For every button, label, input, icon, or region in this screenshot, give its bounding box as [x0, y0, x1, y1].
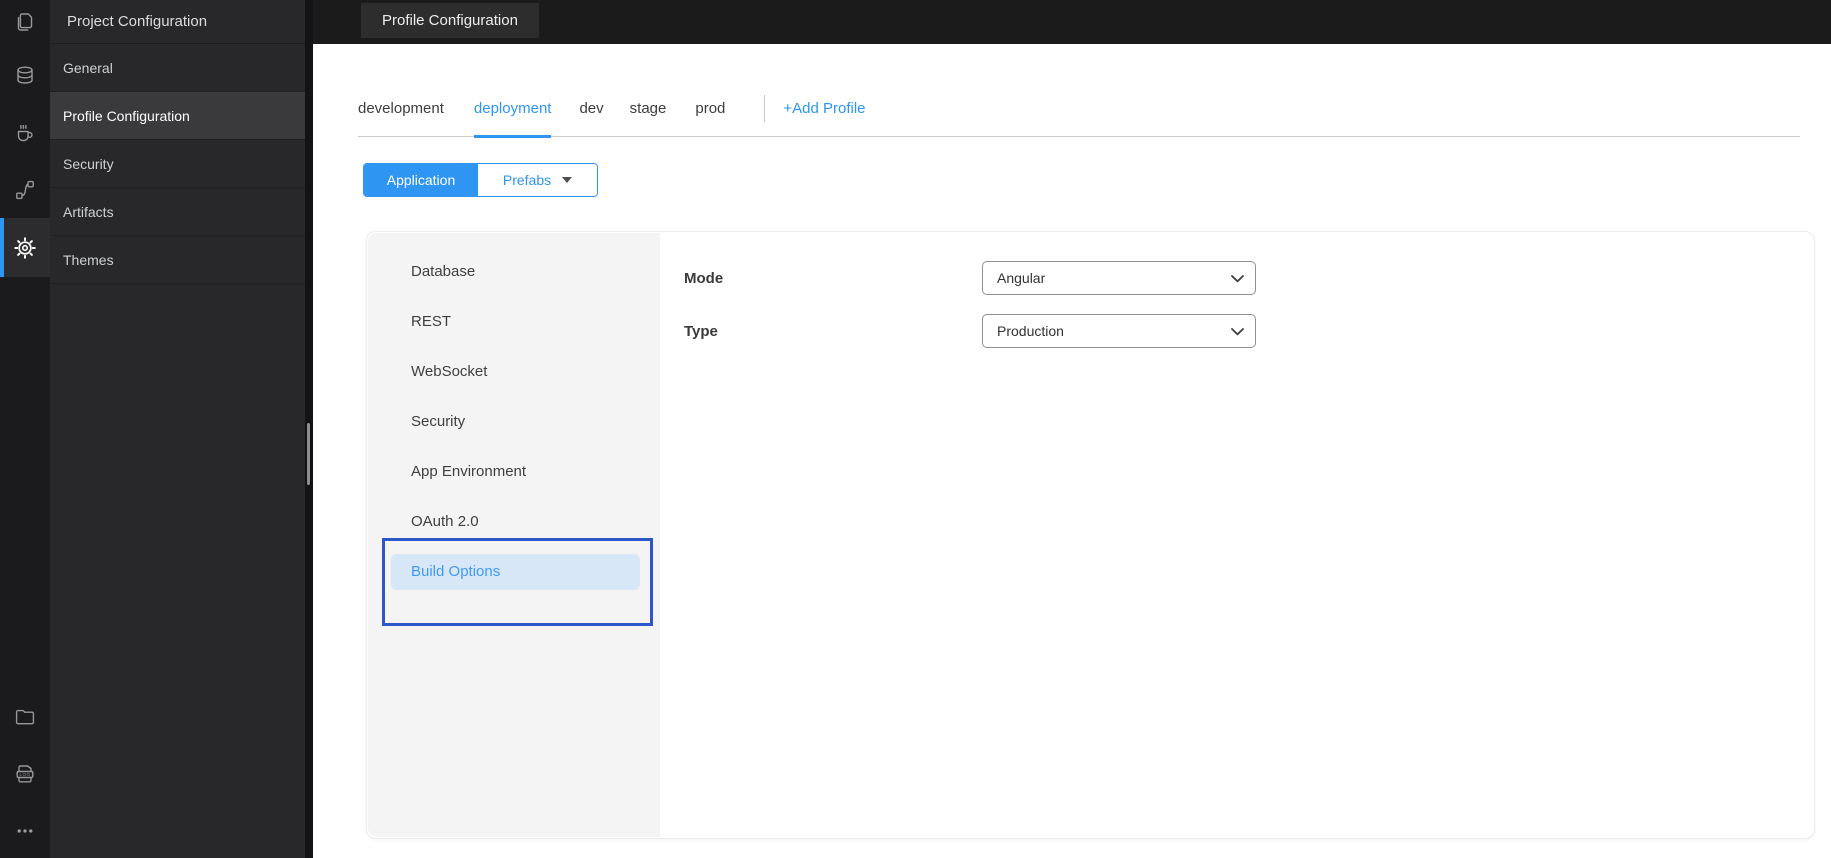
project-configuration-sidebar: Project Configuration General Profile Co… — [50, 0, 305, 858]
process-flow-icon[interactable] — [0, 168, 50, 212]
application-button[interactable]: Application — [364, 164, 478, 196]
top-header-bar: Profile Configuration — [313, 0, 1831, 44]
type-select-value: Production — [997, 323, 1064, 339]
config-sections-panel: Database REST WebSocket Security App Env… — [368, 233, 660, 837]
mode-select[interactable]: Angular — [982, 261, 1256, 295]
profile-tabs: development deployment dev stage prod +A… — [358, 90, 1800, 138]
scope-switch: Application Prefabs — [363, 163, 598, 197]
type-select[interactable]: Production — [982, 314, 1256, 348]
icon-rail: LOG — [0, 0, 50, 858]
prefabs-caret-icon — [562, 177, 573, 183]
header-tab-profile-configuration[interactable]: Profile Configuration — [361, 3, 539, 38]
type-label: Type — [684, 323, 718, 340]
mode-label: Mode — [684, 270, 724, 287]
sidebar-item-artifacts[interactable]: Artifacts — [50, 188, 305, 236]
sidebar-item-general[interactable]: General — [50, 44, 305, 92]
sidebar-item-security[interactable]: Security — [50, 140, 305, 188]
section-item-app-environment[interactable]: App Environment — [368, 447, 660, 497]
tabs-divider — [764, 95, 766, 122]
section-item-build-options[interactable]: Build Options — [368, 554, 660, 604]
tab-deployment[interactable]: deployment — [473, 90, 551, 138]
section-item-rest[interactable]: REST — [368, 297, 660, 347]
tab-stage[interactable]: stage — [630, 90, 667, 136]
prefabs-button[interactable]: Prefabs — [478, 164, 597, 196]
file-explorer-icon[interactable] — [0, 695, 50, 739]
section-item-oauth[interactable]: OAuth 2.0 — [368, 497, 660, 547]
settings-icon-active[interactable] — [0, 218, 50, 277]
tab-prod[interactable]: prod — [695, 90, 725, 136]
sidebar-item-themes[interactable]: Themes — [50, 236, 305, 284]
chevron-down-icon — [1231, 328, 1244, 336]
add-profile-button[interactable]: +Add Profile — [783, 90, 865, 117]
more-icon[interactable] — [0, 809, 50, 853]
sidebar-scrollbar-track[interactable] — [305, 0, 313, 858]
database-icon[interactable] — [0, 54, 50, 98]
logs-icon[interactable]: LOG — [0, 752, 50, 796]
prefabs-button-label: Prefabs — [502, 172, 552, 188]
java-services-icon[interactable] — [0, 111, 50, 155]
section-item-database[interactable]: Database — [368, 247, 660, 297]
sidebar-item-profile-configuration[interactable]: Profile Configuration — [50, 92, 305, 140]
logs-icon-label: LOG — [20, 772, 31, 777]
section-item-websocket[interactable]: WebSocket — [368, 347, 660, 397]
sidebar-scrollbar-thumb[interactable] — [307, 423, 310, 485]
section-item-build-options-label: Build Options — [391, 554, 640, 590]
section-item-security[interactable]: Security — [368, 397, 660, 447]
chevron-down-icon — [1231, 275, 1244, 283]
tab-development[interactable]: development — [358, 90, 444, 136]
main-content: Profile Configuration development deploy… — [313, 0, 1831, 858]
mode-select-value: Angular — [997, 270, 1046, 286]
pages-icon[interactable] — [0, 0, 50, 44]
deployment-config-card: Database REST WebSocket Security App Env… — [366, 231, 1815, 839]
sidebar-title: Project Configuration — [50, 0, 305, 44]
tab-dev[interactable]: dev — [579, 90, 603, 136]
